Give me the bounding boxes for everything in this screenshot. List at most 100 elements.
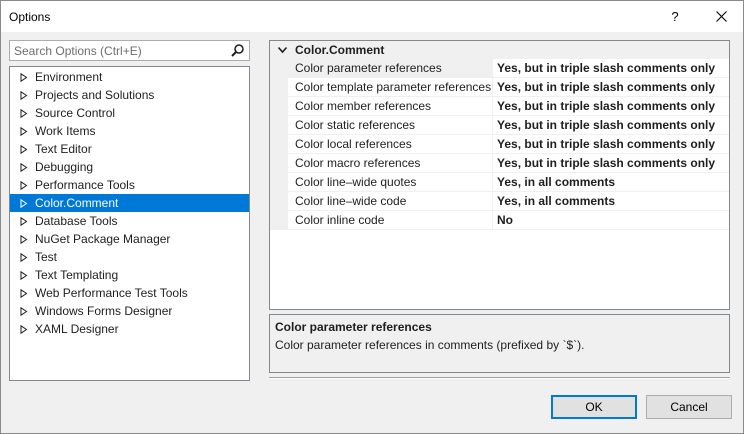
triangle-right-icon[interactable] — [20, 217, 28, 226]
tree-item[interactable]: Web Performance Test Tools — [10, 284, 249, 302]
property-rows: Color parameter references Yes, but in tr… — [270, 59, 729, 230]
property-row[interactable]: Color macro references Yes, but in triple… — [270, 154, 729, 173]
category-header[interactable]: Color.Comment — [270, 41, 729, 59]
help-icon: ? — [671, 9, 679, 24]
row-gutter — [270, 135, 288, 154]
row-gutter — [270, 97, 288, 116]
property-row[interactable]: Color inline code No — [270, 211, 729, 230]
tree-item[interactable]: XAML Designer — [10, 320, 249, 338]
tree-item[interactable]: Environment — [10, 68, 249, 86]
tree-item[interactable]: Text Editor — [10, 140, 249, 158]
row-gutter — [270, 154, 288, 173]
tree-item[interactable]: Test — [10, 248, 249, 266]
property-value[interactable]: Yes, in all comments — [493, 192, 729, 211]
triangle-right-icon[interactable] — [20, 235, 28, 244]
property-row[interactable]: Color parameter references Yes, but in tr… — [270, 59, 729, 78]
property-row[interactable]: Color line–wide quotes Yes, in all commen… — [270, 173, 729, 192]
property-name[interactable]: Color member references — [288, 97, 493, 116]
triangle-right-icon[interactable] — [20, 253, 28, 262]
tree-item[interactable]: Performance Tools — [10, 176, 249, 194]
search-icon[interactable] — [230, 43, 245, 58]
tree-item-label: Text Editor — [35, 142, 92, 156]
ok-button[interactable]: OK — [551, 395, 637, 419]
chevron-down-icon[interactable] — [278, 46, 287, 54]
property-value[interactable]: Yes, in all comments — [493, 173, 729, 192]
tree-item[interactable]: Windows Forms Designer — [10, 302, 249, 320]
property-row[interactable]: Color static references Yes, but in tripl… — [270, 116, 729, 135]
property-name[interactable]: Color macro references — [288, 154, 493, 173]
category-label: Color.Comment — [295, 43, 385, 57]
triangle-right-icon[interactable] — [20, 127, 28, 136]
triangle-right-icon[interactable] — [20, 109, 28, 118]
property-name[interactable]: Color static references — [288, 116, 493, 135]
property-value[interactable]: Yes, but in triple slash comments only — [493, 59, 729, 78]
separator — [269, 377, 730, 379]
tree-item-label: Text Templating — [35, 268, 119, 282]
tree-item-label: Test — [35, 250, 58, 264]
property-value[interactable]: Yes, but in triple slash comments only — [493, 97, 729, 116]
cancel-button[interactable]: Cancel — [646, 395, 732, 419]
property-name[interactable]: Color local references — [288, 135, 493, 154]
property-value[interactable]: Yes, but in triple slash comments only — [493, 154, 729, 173]
close-button[interactable] — [699, 1, 743, 32]
property-name[interactable]: Color line–wide code — [288, 192, 493, 211]
property-value[interactable]: Yes, but in triple slash comments only — [493, 116, 729, 135]
help-button[interactable]: ? — [653, 1, 697, 32]
tree-item-label: Windows Forms Designer — [35, 304, 173, 318]
property-name[interactable]: Color inline code — [288, 211, 493, 230]
tree-item[interactable]: Text Templating — [10, 266, 249, 284]
property-row[interactable]: Color template parameter references Yes, … — [270, 78, 729, 97]
row-gutter — [270, 192, 288, 211]
options-tree[interactable]: Environment Projects and Solutions Source … — [9, 66, 250, 381]
tree-item[interactable]: Color.Comment — [10, 194, 249, 212]
row-gutter — [270, 116, 288, 135]
property-value[interactable]: Yes, but in triple slash comments only — [493, 135, 729, 154]
property-value[interactable]: No — [493, 211, 729, 230]
tree-list: Environment Projects and Solutions Source … — [10, 68, 249, 338]
triangle-right-icon[interactable] — [20, 73, 28, 82]
tree-item-label: Projects and Solutions — [35, 88, 155, 102]
window-title: Options — [9, 9, 51, 24]
tree-item[interactable]: Source Control — [10, 104, 249, 122]
triangle-right-icon[interactable] — [20, 181, 28, 190]
triangle-right-icon[interactable] — [20, 91, 28, 100]
title-bar: Options ? — [1, 1, 743, 32]
triangle-right-icon[interactable] — [20, 289, 28, 298]
triangle-right-icon[interactable] — [20, 145, 28, 154]
tree-item-label: Web Performance Test Tools — [35, 286, 188, 300]
search-box — [9, 40, 250, 61]
tree-item-label: Database Tools — [35, 214, 118, 228]
tree-item[interactable]: NuGet Package Manager — [10, 230, 249, 248]
triangle-right-icon[interactable] — [20, 199, 28, 208]
row-gutter — [270, 59, 288, 78]
triangle-right-icon[interactable] — [20, 325, 28, 334]
property-name[interactable]: Color line–wide quotes — [288, 173, 493, 192]
triangle-right-icon[interactable] — [20, 307, 28, 316]
tree-item[interactable]: Work Items — [10, 122, 249, 140]
property-name[interactable]: Color parameter references — [288, 59, 493, 78]
search-input[interactable] — [10, 41, 220, 60]
property-grid: Color.Comment Color parameter references… — [269, 40, 730, 310]
row-gutter — [270, 211, 288, 230]
tree-item[interactable]: Projects and Solutions — [10, 86, 249, 104]
tree-item[interactable]: Database Tools — [10, 212, 249, 230]
property-row[interactable]: Color member references Yes, but in tripl… — [270, 97, 729, 116]
description-text: Color parameter references in comments (… — [275, 338, 585, 352]
description-title: Color parameter references — [275, 320, 432, 334]
tree-item-label: Performance Tools — [35, 178, 135, 192]
tree-item-label: Color.Comment — [35, 196, 119, 210]
options-dialog: Options ? Environment Projects and Soluti… — [0, 0, 744, 434]
triangle-right-icon[interactable] — [20, 271, 28, 280]
tree-item-label: Source Control — [35, 106, 116, 120]
tree-item[interactable]: Debugging — [10, 158, 249, 176]
property-row[interactable]: Color local references Yes, but in triple… — [270, 135, 729, 154]
property-row[interactable]: Color line–wide code Yes, in all comments — [270, 192, 729, 211]
close-icon — [715, 11, 727, 22]
property-value[interactable]: Yes, but in triple slash comments only — [493, 78, 729, 97]
tree-item-label: XAML Designer — [35, 322, 119, 336]
row-gutter — [270, 173, 288, 192]
property-name[interactable]: Color template parameter references — [288, 78, 493, 97]
row-gutter — [270, 78, 288, 97]
triangle-right-icon[interactable] — [20, 163, 28, 172]
tree-item-label: NuGet Package Manager — [35, 232, 171, 246]
